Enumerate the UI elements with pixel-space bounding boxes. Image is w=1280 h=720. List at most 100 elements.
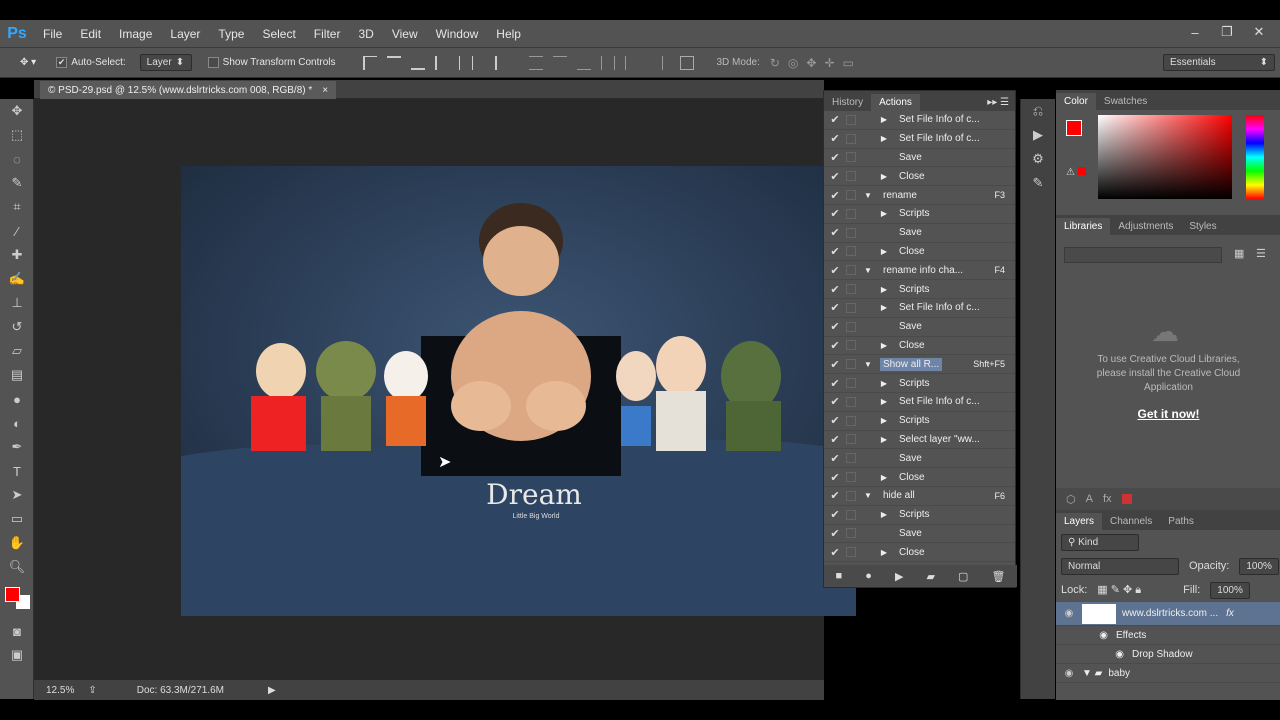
marquee-tool-icon[interactable]: ⬚: [0, 123, 34, 147]
blur-tool-icon[interactable]: ●: [0, 387, 34, 411]
action-toggle-check-icon[interactable]: ✔: [824, 527, 846, 540]
dialog-toggle-box[interactable]: [846, 302, 856, 313]
expand-arrow-icon[interactable]: ▶: [878, 285, 890, 294]
action-row[interactable]: ✔ ▶ Close: [824, 243, 1015, 262]
quick-mask-icon[interactable]: ◙: [0, 619, 34, 643]
action-row[interactable]: ✔ Save: [824, 224, 1015, 243]
action-toggle-check-icon[interactable]: ✔: [824, 320, 846, 333]
layer-filter-dropdown[interactable]: ⚲ Kind: [1061, 533, 1139, 551]
dialog-toggle-box[interactable]: [846, 378, 856, 389]
expand-arrow-icon[interactable]: ▶: [878, 435, 890, 444]
dialog-toggle-box[interactable]: [846, 340, 856, 351]
collapse-arrow-icon[interactable]: ▼: [862, 491, 874, 500]
menu-help[interactable]: Help: [487, 27, 530, 41]
fg-color-swatch[interactable]: [1066, 120, 1082, 136]
action-toggle-check-icon[interactable]: ✔: [824, 245, 846, 258]
panel-menu-icon[interactable]: ▸▸ ☰: [981, 94, 1015, 111]
menu-edit[interactable]: Edit: [71, 27, 110, 41]
distribute-top-icon[interactable]: [528, 55, 543, 70]
auto-select-dropdown[interactable]: Layer ⬍: [139, 54, 192, 71]
dialog-toggle-box[interactable]: [846, 171, 856, 182]
eraser-tool-icon[interactable]: ▱: [0, 339, 34, 363]
menu-window[interactable]: Window: [427, 27, 488, 41]
action-toggle-check-icon[interactable]: ✔: [824, 414, 846, 427]
color-swatches[interactable]: [0, 579, 33, 619]
dialog-toggle-box[interactable]: [846, 152, 856, 163]
action-row[interactable]: ✔ ▶ Scripts: [824, 412, 1015, 431]
add-color-icon[interactable]: [1121, 494, 1132, 504]
collapse-arrow-icon[interactable]: ▼: [862, 191, 874, 200]
auto-select-checkbox[interactable]: ✔ Auto-Select:: [56, 57, 126, 68]
dialog-toggle-box[interactable]: [846, 321, 856, 332]
action-toggle-check-icon[interactable]: ✔: [824, 264, 846, 277]
action-row[interactable]: ✔ ▶ Set File Info of c...: [824, 299, 1015, 318]
effects-eye-icon[interactable]: ◉: [1056, 630, 1116, 641]
type-tool-icon[interactable]: T: [0, 459, 34, 483]
roll-3d-icon[interactable]: ◎: [788, 56, 798, 70]
tab-styles[interactable]: Styles: [1181, 218, 1224, 235]
distribute-hcenter-icon[interactable]: [624, 55, 639, 70]
expand-arrow-icon[interactable]: ▶: [878, 341, 890, 350]
rotate-3d-icon[interactable]: ↻: [770, 56, 780, 70]
distribute-right-icon[interactable]: [649, 55, 663, 70]
action-row[interactable]: ✔ ▶ Scripts: [824, 280, 1015, 299]
auto-align-icon[interactable]: [679, 55, 694, 70]
expand-arrow-icon[interactable]: ▶: [878, 115, 890, 124]
action-row[interactable]: ✔ ▶ Set File Info of c...: [824, 111, 1015, 130]
expand-arrow-icon[interactable]: ▶: [878, 397, 890, 406]
clone-stamp-icon[interactable]: ⊥: [0, 291, 34, 315]
history-brush-icon[interactable]: ↺: [0, 315, 34, 339]
add-text-icon[interactable]: A: [1086, 493, 1093, 505]
stop-icon[interactable]: ■: [836, 570, 843, 582]
expand-arrow-icon[interactable]: ▶: [878, 379, 890, 388]
action-row[interactable]: ✔ ▶ Scripts: [824, 205, 1015, 224]
tab-actions[interactable]: Actions: [871, 94, 920, 111]
dialog-toggle-box[interactable]: [846, 246, 856, 257]
document-tab[interactable]: © PSD-29.psd @ 12.5% (www.dslrtricks.com…: [40, 81, 337, 99]
gradient-tool-icon[interactable]: ▤: [0, 363, 34, 387]
blend-mode-dropdown[interactable]: Normal: [1061, 557, 1179, 575]
lock-pixels-icon[interactable]: ▦ ✎ ✥ 🔒︎: [1097, 583, 1141, 597]
menu-select[interactable]: Select: [253, 27, 304, 41]
action-toggle-check-icon[interactable]: ✔: [824, 226, 846, 239]
actions-panel-icon[interactable]: ▶: [1021, 123, 1055, 147]
action-row[interactable]: ✔ Save: [824, 149, 1015, 168]
screen-mode-icon[interactable]: ▣: [0, 643, 34, 667]
action-row[interactable]: ✔ Save: [824, 525, 1015, 544]
action-row[interactable]: ✔ ▶ Close: [824, 468, 1015, 487]
dialog-toggle-box[interactable]: [846, 509, 856, 520]
action-toggle-check-icon[interactable]: ✔: [824, 433, 846, 446]
dialog-toggle-box[interactable]: [846, 453, 856, 464]
action-row[interactable]: ✔ ▶ Scripts: [824, 374, 1015, 393]
action-row[interactable]: ✔ ▼ hide all F6: [824, 487, 1015, 506]
action-row[interactable]: ✔ ▶ Set File Info of c...: [824, 130, 1015, 149]
crop-tool-icon[interactable]: ⌗: [0, 195, 34, 219]
action-toggle-check-icon[interactable]: ✔: [824, 113, 846, 126]
hand-tool-icon[interactable]: ✋: [0, 531, 34, 555]
align-hcenter-icon[interactable]: [458, 55, 473, 70]
drag-3d-icon[interactable]: ✥: [806, 56, 816, 70]
action-toggle-check-icon[interactable]: ✔: [824, 151, 846, 164]
zoom-tool-icon[interactable]: 🔍︎: [0, 555, 34, 579]
action-toggle-check-icon[interactable]: ✔: [824, 358, 846, 371]
menu-filter[interactable]: Filter: [305, 27, 350, 41]
tab-paths[interactable]: Paths: [1160, 513, 1202, 530]
path-select-icon[interactable]: ➤: [0, 483, 34, 507]
close-tab-button[interactable]: ×: [322, 85, 328, 96]
drop-shadow-row[interactable]: ◉ Drop Shadow: [1056, 645, 1280, 664]
properties-panel-icon[interactable]: ⚙: [1021, 147, 1055, 171]
minimize-button[interactable]: –: [1182, 25, 1208, 40]
action-row[interactable]: ✔ ▶ Scripts: [824, 506, 1015, 525]
new-action-icon[interactable]: ▢: [958, 570, 968, 583]
foreground-color-swatch[interactable]: [5, 587, 20, 602]
zoom-level[interactable]: 12.5%: [46, 685, 74, 696]
action-row[interactable]: ✔ ▼ rename F3: [824, 186, 1015, 205]
canvas-image[interactable]: Dream Little Big World: [181, 166, 856, 616]
action-toggle-check-icon[interactable]: ✔: [824, 546, 846, 559]
action-row[interactable]: ✔ Save: [824, 449, 1015, 469]
dialog-toggle-box[interactable]: [846, 528, 856, 539]
dialog-toggle-box[interactable]: [846, 190, 856, 201]
add-fx-icon[interactable]: fx: [1103, 493, 1112, 505]
dodge-tool-icon[interactable]: ◐: [0, 411, 34, 435]
align-right-icon[interactable]: [483, 55, 497, 70]
